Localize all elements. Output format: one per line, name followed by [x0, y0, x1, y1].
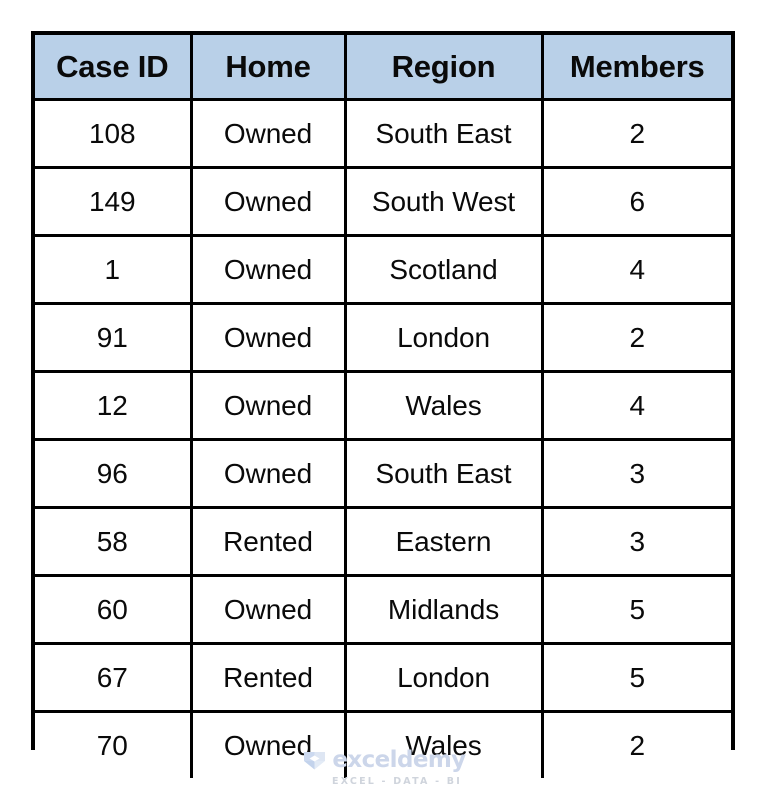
- cell-region[interactable]: Wales: [345, 711, 544, 778]
- cell-members[interactable]: 4: [542, 371, 731, 441]
- cell-region[interactable]: South West: [345, 167, 544, 237]
- cell-members[interactable]: 5: [542, 575, 731, 645]
- cell-case-id[interactable]: 12: [35, 371, 193, 441]
- cell-members[interactable]: 2: [542, 711, 731, 778]
- cell-region[interactable]: South East: [345, 439, 544, 509]
- cell-case-id[interactable]: 1: [35, 235, 193, 305]
- column-header-members[interactable]: Members: [542, 35, 731, 101]
- cell-members[interactable]: 4: [542, 235, 731, 305]
- table-row[interactable]: 70 Owned Wales 2: [35, 711, 731, 778]
- cell-members[interactable]: 3: [542, 439, 731, 509]
- cell-members[interactable]: 2: [542, 99, 731, 169]
- cell-members[interactable]: 2: [542, 303, 731, 373]
- cell-home[interactable]: Owned: [191, 371, 347, 441]
- cell-case-id[interactable]: 60: [35, 575, 193, 645]
- cell-region[interactable]: Midlands: [345, 575, 544, 645]
- column-header-region[interactable]: Region: [345, 35, 544, 101]
- cell-region[interactable]: South East: [345, 99, 544, 169]
- cell-home[interactable]: Owned: [191, 303, 347, 373]
- table-row[interactable]: 108 Owned South East 2: [35, 99, 731, 169]
- household-dataset-table: Case ID Home Region Members 108 Owned So…: [35, 35, 731, 778]
- spreadsheet-canvas: Case ID Home Region Members 108 Owned So…: [0, 0, 767, 794]
- cell-region[interactable]: Eastern: [345, 507, 544, 577]
- column-header-home[interactable]: Home: [191, 35, 347, 101]
- header-row: Case ID Home Region Members: [35, 35, 731, 101]
- table-row[interactable]: 91 Owned London 2: [35, 303, 731, 373]
- cell-home[interactable]: Owned: [191, 167, 347, 237]
- watermark-tagline: EXCEL - DATA - BI: [332, 776, 462, 787]
- table-row[interactable]: 1 Owned Scotland 4: [35, 235, 731, 305]
- cell-members[interactable]: 3: [542, 507, 731, 577]
- cell-home[interactable]: Owned: [191, 575, 347, 645]
- cell-home[interactable]: Owned: [191, 711, 347, 778]
- cell-home[interactable]: Rented: [191, 507, 347, 577]
- cell-case-id[interactable]: 67: [35, 643, 193, 713]
- cell-home[interactable]: Owned: [191, 235, 347, 305]
- cell-case-id[interactable]: 96: [35, 439, 193, 509]
- cell-case-id[interactable]: 149: [35, 167, 193, 237]
- table-row[interactable]: 67 Rented London 5: [35, 643, 731, 713]
- cell-region[interactable]: London: [345, 643, 544, 713]
- data-table-container: Case ID Home Region Members 108 Owned So…: [31, 31, 735, 778]
- cell-home[interactable]: Rented: [191, 643, 347, 713]
- table-row[interactable]: 149 Owned South West 6: [35, 167, 731, 237]
- cell-case-id[interactable]: 58: [35, 507, 193, 577]
- cell-case-id[interactable]: 108: [35, 99, 193, 169]
- table-row[interactable]: 60 Owned Midlands 5: [35, 575, 731, 645]
- cell-region[interactable]: London: [345, 303, 544, 373]
- cell-region[interactable]: Wales: [345, 371, 544, 441]
- cell-home[interactable]: Owned: [191, 439, 347, 509]
- table-header: Case ID Home Region Members: [35, 35, 731, 101]
- cell-members[interactable]: 5: [542, 643, 731, 713]
- table-row[interactable]: 58 Rented Eastern 3: [35, 507, 731, 577]
- cell-members[interactable]: 6: [542, 167, 731, 237]
- cell-case-id[interactable]: 91: [35, 303, 193, 373]
- cell-case-id[interactable]: 70: [35, 711, 193, 778]
- table-body: 108 Owned South East 2 149 Owned South W…: [35, 99, 731, 778]
- table-row[interactable]: 12 Owned Wales 4: [35, 371, 731, 441]
- column-header-case-id[interactable]: Case ID: [35, 35, 193, 101]
- cell-region[interactable]: Scotland: [345, 235, 544, 305]
- table-row[interactable]: 96 Owned South East 3: [35, 439, 731, 509]
- cell-home[interactable]: Owned: [191, 99, 347, 169]
